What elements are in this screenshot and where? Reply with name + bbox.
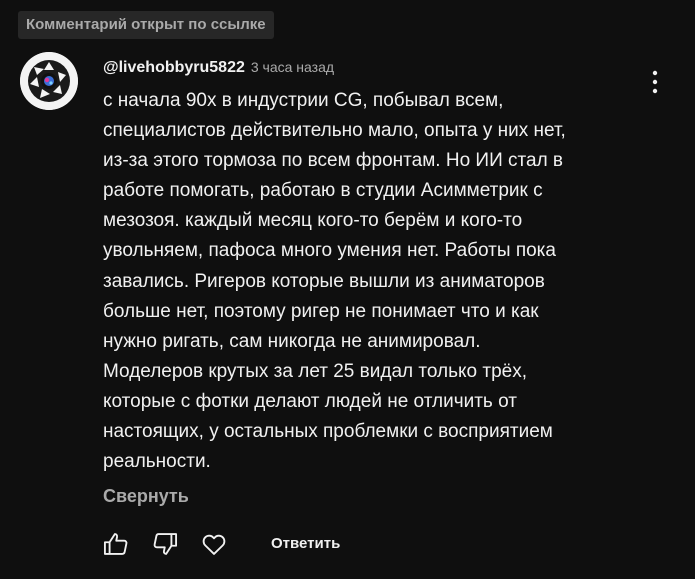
- comment-line: специалистов действительно мало, опыта у…: [103, 120, 566, 142]
- collapse-button[interactable]: Свернуть: [103, 484, 189, 508]
- comment-line: реальности.: [103, 451, 211, 473]
- heart-icon: [202, 534, 226, 555]
- comment-line: из-за этого тормоза по всем фронтам. Но …: [103, 150, 564, 172]
- comment-line: нужно ригать, сам никогда не анимировал.: [103, 330, 481, 352]
- comment-line: увольняем, пафоса много умения нет. Рабо…: [103, 240, 556, 262]
- linked-comment-badge: Комментарий открыт по ссылке: [18, 11, 274, 39]
- comment-text: с начала 90х в индустрии CG, побывал все…: [103, 86, 643, 477]
- camera-lens-logo: [20, 52, 78, 110]
- heart-button[interactable]: [199, 529, 229, 559]
- comment-line: мезозоя. каждый месяц кого-то берём и ко…: [103, 210, 523, 232]
- comment-line: которые с фотки делают людей не отличить…: [103, 390, 517, 412]
- comment-timestamp[interactable]: 3 часа назад: [251, 59, 334, 75]
- reply-button[interactable]: Ответить: [271, 532, 340, 556]
- comment-line: Моделеров крутых за лет 25 видал только …: [103, 360, 527, 382]
- thumbs-down-icon: [153, 533, 178, 555]
- like-button[interactable]: [101, 529, 131, 559]
- comment-line: с начала 90х в индустрии CG, побывал все…: [103, 90, 504, 111]
- comment-line: настоящих, у остальных проблемки с воспр…: [103, 421, 553, 443]
- more-actions-button[interactable]: [642, 66, 668, 98]
- avatar[interactable]: [20, 52, 78, 110]
- comment-header: @livehobbyru5822 3 часа назад: [103, 55, 334, 79]
- dislike-button[interactable]: [150, 529, 180, 559]
- comment-line: больше нет, поэтому ригер не понимает чт…: [103, 300, 539, 322]
- comment-line: завались. Ригеров которые вышли из анима…: [103, 270, 545, 292]
- comment-author[interactable]: @livehobbyru5822: [103, 59, 245, 76]
- thumbs-up-icon: [103, 533, 128, 555]
- vertical-ellipsis-icon: [652, 70, 658, 94]
- comment-line: работе помогать, работаю в студии Асимме…: [103, 180, 543, 202]
